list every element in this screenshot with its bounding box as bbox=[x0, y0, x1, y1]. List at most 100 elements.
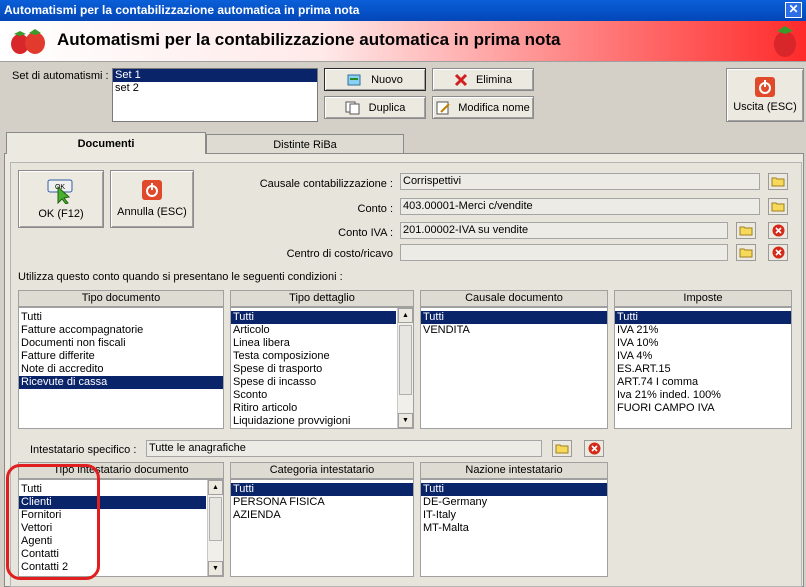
tipo-intestatario-scrollbar[interactable]: ▲ ▼ bbox=[207, 480, 223, 576]
conto-folder-button[interactable] bbox=[768, 198, 788, 215]
ok-label: OK (F12) bbox=[38, 208, 84, 220]
power-icon bbox=[755, 77, 775, 97]
list-item[interactable]: Tutti bbox=[421, 311, 607, 324]
list-item[interactable]: Linea libera bbox=[231, 337, 396, 350]
list-item[interactable]: Ricevute di cassa bbox=[19, 376, 223, 389]
intestatario-field[interactable]: Tutte le anagrafiche bbox=[146, 440, 542, 457]
list-item[interactable]: Agenti bbox=[19, 535, 206, 548]
scroll-thumb[interactable] bbox=[399, 325, 412, 395]
ok-button[interactable]: OK OK (F12) bbox=[18, 170, 104, 228]
list-item[interactable]: Fatture accompagnatorie bbox=[19, 324, 223, 337]
causale-documento-list[interactable]: Tutti VENDITA bbox=[420, 307, 608, 429]
elimina-label: Elimina bbox=[475, 73, 513, 86]
list-item[interactable]: Sconto bbox=[231, 389, 396, 402]
list-item[interactable]: ES.ART.15 bbox=[615, 363, 791, 376]
list-item[interactable]: Articolo bbox=[231, 324, 396, 337]
folder-icon bbox=[555, 444, 569, 454]
list-item[interactable]: Spese di incasso bbox=[231, 376, 396, 389]
list-item[interactable]: IT-Italy bbox=[421, 509, 607, 522]
list-item[interactable]: IVA 10% bbox=[615, 337, 791, 350]
tab-distinte-riba[interactable]: Distinte RiBa bbox=[206, 134, 404, 154]
imposte-list[interactable]: Tutti IVA 21% IVA 10% IVA 4% ES.ART.15 A… bbox=[614, 307, 792, 429]
centro-folder-button[interactable] bbox=[736, 244, 756, 261]
scroll-up-icon[interactable]: ▲ bbox=[208, 480, 223, 495]
list-item[interactable]: Tutti bbox=[615, 311, 791, 324]
intestatario-clear-button[interactable] bbox=[584, 440, 604, 457]
scroll-down-icon[interactable]: ▼ bbox=[398, 413, 413, 428]
list-item[interactable]: Documenti non fiscali bbox=[19, 337, 223, 350]
list-item[interactable]: VENDITA bbox=[421, 324, 607, 337]
set-label: Set di automatismi : bbox=[12, 70, 109, 82]
conto-field[interactable]: 403.00001-Merci c/vendite bbox=[400, 198, 760, 215]
delete-circle-icon bbox=[772, 224, 784, 237]
list-item[interactable]: Tutti bbox=[19, 483, 206, 496]
new-document-icon bbox=[347, 74, 361, 85]
scroll-up-icon[interactable]: ▲ bbox=[398, 308, 413, 323]
list-item[interactable]: set 2 bbox=[113, 82, 317, 95]
list-item[interactable]: DE-Germany bbox=[421, 496, 607, 509]
edit-icon bbox=[436, 101, 450, 114]
modifica-nome-button[interactable]: Modifica nome bbox=[432, 96, 534, 119]
duplica-button[interactable]: Duplica bbox=[324, 96, 426, 119]
duplica-label: Duplica bbox=[368, 101, 406, 114]
causale-folder-button[interactable] bbox=[768, 173, 788, 190]
list-item[interactable]: FUORI CAMPO IVA bbox=[615, 402, 791, 415]
scroll-thumb[interactable] bbox=[209, 497, 222, 541]
conto-iva-folder-button[interactable] bbox=[736, 222, 756, 239]
categoria-intestatario-list[interactable]: Tutti PERSONA FISICA AZIENDA bbox=[230, 479, 414, 577]
list-item[interactable]: ART.74 I comma bbox=[615, 376, 791, 389]
uscita-button[interactable]: Uscita (ESC) bbox=[726, 68, 804, 122]
strawberry-icon bbox=[11, 29, 45, 54]
window-title: Automatismi per la contabilizzazione aut… bbox=[4, 3, 360, 17]
nuovo-button[interactable]: Nuovo bbox=[324, 68, 426, 91]
tipo-dettaglio-list[interactable]: Tutti Articolo Linea libera Testa compos… bbox=[230, 307, 414, 429]
centro-clear-button[interactable] bbox=[768, 244, 788, 261]
list-item[interactable]: Fatture differite bbox=[19, 350, 223, 363]
scroll-down-icon[interactable]: ▼ bbox=[208, 561, 223, 576]
window-titlebar: Automatismi per la contabilizzazione aut… bbox=[0, 0, 806, 21]
list-item[interactable]: Testa composizione bbox=[231, 350, 396, 363]
tipo-documento-list[interactable]: Tutti Fatture accompagnatorie Documenti … bbox=[18, 307, 224, 429]
intestatario-label: Intestatario specifico : bbox=[30, 444, 137, 456]
tipo-intestatario-list[interactable]: Tutti Clienti Fornitori Vettori Agenti C… bbox=[18, 479, 224, 577]
list-item[interactable]: Note di accredito bbox=[19, 363, 223, 376]
list-item[interactable]: Vettori bbox=[19, 522, 206, 535]
list-item[interactable]: Tutti bbox=[19, 311, 223, 324]
list-item[interactable]: IVA 21% bbox=[615, 324, 791, 337]
delete-circle-icon bbox=[588, 442, 600, 455]
list-item[interactable]: Spese di trasporto bbox=[231, 363, 396, 376]
centro-field[interactable] bbox=[400, 244, 728, 261]
list-item[interactable]: Tutti bbox=[421, 483, 607, 496]
list-item[interactable]: PERSONA FISICA bbox=[231, 496, 413, 509]
tab-documenti[interactable]: Documenti bbox=[6, 132, 206, 154]
list-item[interactable]: Tutti bbox=[231, 483, 413, 496]
list-item[interactable]: Clienti bbox=[19, 496, 206, 509]
close-button[interactable]: ✕ bbox=[785, 2, 802, 18]
tipo-documento-header: Tipo documento bbox=[18, 290, 224, 307]
banner: Automatismi per la contabilizzazione aut… bbox=[0, 21, 806, 62]
list-item[interactable]: Iva 21% inded. 100% bbox=[615, 389, 791, 402]
list-item[interactable]: IVA 4% bbox=[615, 350, 791, 363]
conto-iva-field[interactable]: 201.00002-IVA su vendite bbox=[400, 222, 728, 239]
tipo-dettaglio-scrollbar[interactable]: ▲ ▼ bbox=[397, 308, 413, 428]
list-item[interactable]: Contatti 2 bbox=[19, 561, 206, 574]
nazione-intestatario-list[interactable]: Tutti DE-Germany IT-Italy MT-Malta bbox=[420, 479, 608, 577]
list-item[interactable]: AZIENDA bbox=[231, 509, 413, 522]
causale-field[interactable]: Corrispettivi bbox=[400, 173, 760, 190]
set-listbox[interactable]: Set 1 set 2 bbox=[112, 68, 318, 122]
annulla-button[interactable]: Annulla (ESC) bbox=[110, 170, 194, 228]
elimina-button[interactable]: Elimina bbox=[432, 68, 534, 91]
list-item[interactable]: Liquidazione provvigioni bbox=[231, 415, 396, 428]
intestatario-folder-button[interactable] bbox=[552, 440, 572, 457]
list-item[interactable]: Tutti bbox=[231, 311, 396, 324]
conditions-label: Utilizza questo conto quando si presenta… bbox=[18, 271, 343, 283]
annulla-label: Annulla (ESC) bbox=[117, 206, 187, 218]
list-item[interactable]: Ritiro articolo bbox=[231, 402, 396, 415]
delete-circle-icon bbox=[772, 246, 784, 259]
conto-iva-clear-button[interactable] bbox=[768, 222, 788, 239]
list-item[interactable]: Contatti bbox=[19, 548, 206, 561]
list-item[interactable]: Set 1 bbox=[113, 69, 317, 82]
list-item[interactable]: MT-Malta bbox=[421, 522, 607, 535]
tipo-intestatario-header: Tipo intestatario documento bbox=[18, 462, 224, 479]
list-item[interactable]: Fornitori bbox=[19, 509, 206, 522]
